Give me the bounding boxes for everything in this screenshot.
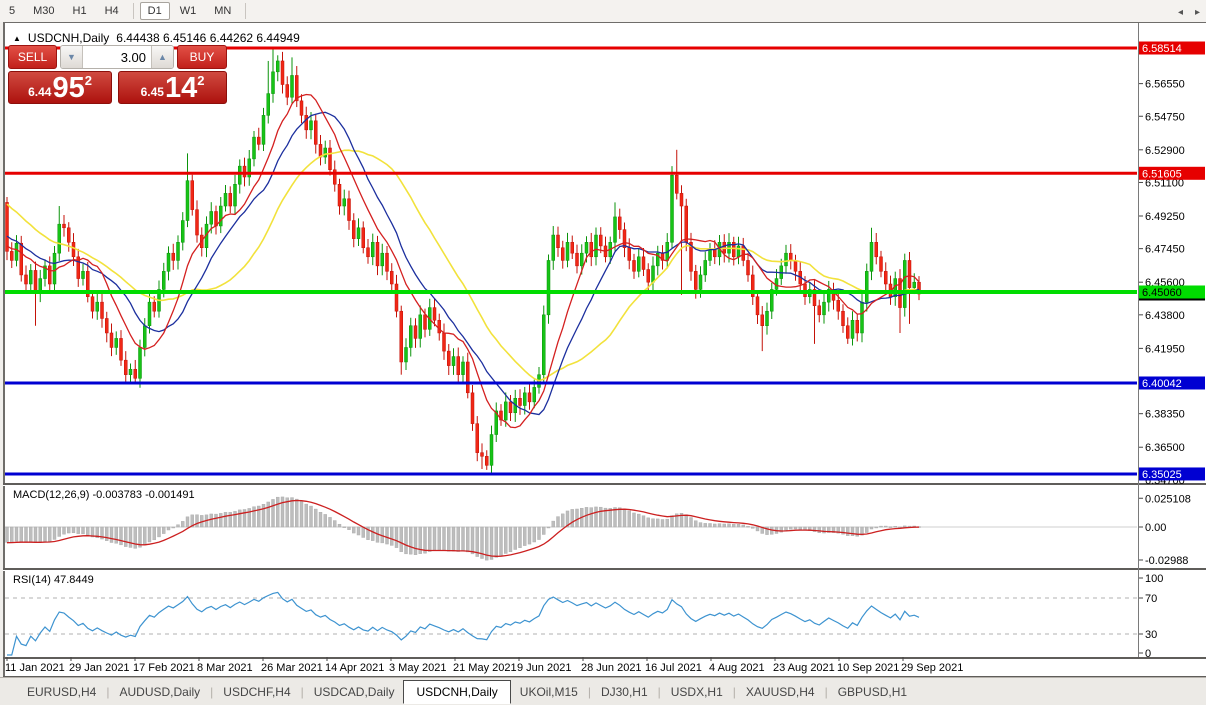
buy-price-prefix: 6.45 [141,85,164,99]
svg-text:4 Aug 2021: 4 Aug 2021 [709,662,765,674]
svg-text:-0.02988: -0.02988 [1145,555,1188,567]
svg-text:9 Jun 2021: 9 Jun 2021 [517,662,571,674]
svg-text:0: 0 [1145,648,1151,660]
buy-price-pips: 14 [165,75,197,102]
svg-text:6.49250: 6.49250 [1145,211,1185,223]
svg-text:6.47450: 6.47450 [1145,244,1185,256]
svg-text:6.52900: 6.52900 [1145,145,1185,157]
svg-text:6.58514: 6.58514 [1142,43,1182,55]
sell-price-point: 2 [85,73,92,88]
svg-text:6.38350: 6.38350 [1145,409,1185,421]
svg-text:17 Feb 2021: 17 Feb 2021 [133,662,195,674]
buy-button[interactable]: BUY [177,45,227,69]
tab-separator: | [210,685,213,699]
tab-separator: | [825,685,828,699]
svg-text:11 Jan 2021: 11 Jan 2021 [5,662,65,674]
svg-text:26 Mar 2021: 26 Mar 2021 [261,662,323,674]
sell-price-pips: 95 [52,75,84,102]
svg-text:0.00: 0.00 [1145,522,1166,534]
volume-decrease-button[interactable]: ▼ [61,46,83,68]
collapse-arrow-icon[interactable]: ▲ [13,34,21,43]
svg-text:100: 100 [1145,573,1163,585]
buy-price-point: 2 [197,73,204,88]
svg-text:23 Aug 2021: 23 Aug 2021 [773,662,835,674]
chart-title-row: ▲ USDCNH,Daily 6.44438 6.45146 6.44262 6… [13,31,300,45]
rsi-indicator-label: RSI(14) 47.8449 [13,574,94,586]
svg-text:6.36500: 6.36500 [1145,442,1185,454]
volume-control: ▼ 3.00 ▲ [60,45,174,69]
svg-text:16 Jul 2021: 16 Jul 2021 [645,662,702,674]
symbol-tab-DJ30[interactable]: DJ30,H1 [592,681,657,703]
volume-input[interactable]: 3.00 [83,46,151,68]
svg-text:6.41950: 6.41950 [1145,343,1185,355]
symbol-tab-USDX[interactable]: USDX,H1 [662,681,732,703]
svg-text:6.51605: 6.51605 [1142,168,1182,180]
symbol-tab-EURUSD[interactable]: EURUSD,H4 [18,681,105,703]
svg-text:14 Apr 2021: 14 Apr 2021 [325,662,384,674]
svg-text:6.56550: 6.56550 [1145,79,1185,91]
tab-separator: | [658,685,661,699]
svg-text:30: 30 [1145,629,1157,641]
svg-text:21 May 2021: 21 May 2021 [453,662,517,674]
svg-text:3 May 2021: 3 May 2021 [389,662,446,674]
svg-text:8 Mar 2021: 8 Mar 2021 [197,662,253,674]
symbol-tab-bar: EURUSD,H4|AUDUSD,Daily|USDCHF,H4|USDCAD,… [0,677,1206,705]
svg-text:70: 70 [1145,593,1157,605]
svg-text:6.45060: 6.45060 [1142,287,1182,299]
tab-scroll-right-button[interactable]: ▸ [1195,7,1200,18]
tab-separator: | [733,685,736,699]
tab-separator: | [106,685,109,699]
tab-scroll-nav: ◂ ▸ [1178,7,1200,18]
tab-separator: | [588,685,591,699]
symbol-tab-GBPUSD[interactable]: GBPUSD,H1 [829,681,916,703]
one-click-trading-panel: SELL ▼ 3.00 ▲ BUY 6.44 95 2 6.45 14 2 [8,45,227,104]
svg-text:6.40042: 6.40042 [1142,378,1182,390]
chart-canvas[interactable]: 6.565506.547506.529006.511006.492506.474… [0,0,1206,705]
buy-price-box[interactable]: 6.45 14 2 [118,71,227,104]
symbol-period-label: USDCNH,Daily [28,31,109,45]
symbol-tab-AUDUSD[interactable]: AUDUSD,Daily [110,681,209,703]
symbol-tab-USDCAD[interactable]: USDCAD,Daily [305,681,404,703]
symbol-tab-XAUUSD[interactable]: XAUUSD,H4 [737,681,824,703]
svg-text:6.54750: 6.54750 [1145,111,1185,123]
svg-text:6.35025: 6.35025 [1142,469,1182,481]
svg-text:28 Jun 2021: 28 Jun 2021 [581,662,642,674]
svg-text:10 Sep 2021: 10 Sep 2021 [837,662,899,674]
ohlc-values: 6.44438 6.45146 6.44262 6.44949 [116,31,300,45]
sell-button[interactable]: SELL [8,45,57,69]
symbol-tab-USDCNH[interactable]: USDCNH,Daily [403,680,510,704]
sell-price-prefix: 6.44 [28,85,51,99]
tab-separator: | [301,685,304,699]
svg-text:6.43800: 6.43800 [1145,310,1185,322]
sell-price-box[interactable]: 6.44 95 2 [8,71,112,104]
symbol-tab-UKOil[interactable]: UKOil,M15 [511,681,587,703]
volume-increase-button[interactable]: ▲ [151,46,173,68]
tab-scroll-left-button[interactable]: ◂ [1178,7,1183,18]
macd-indicator-label: MACD(12,26,9) -0.003783 -0.001491 [13,489,195,501]
svg-text:29 Sep 2021: 29 Sep 2021 [901,662,963,674]
svg-text:0.025108: 0.025108 [1145,493,1191,505]
symbol-tab-USDCHF[interactable]: USDCHF,H4 [214,681,299,703]
svg-text:29 Jan 2021: 29 Jan 2021 [69,662,130,674]
